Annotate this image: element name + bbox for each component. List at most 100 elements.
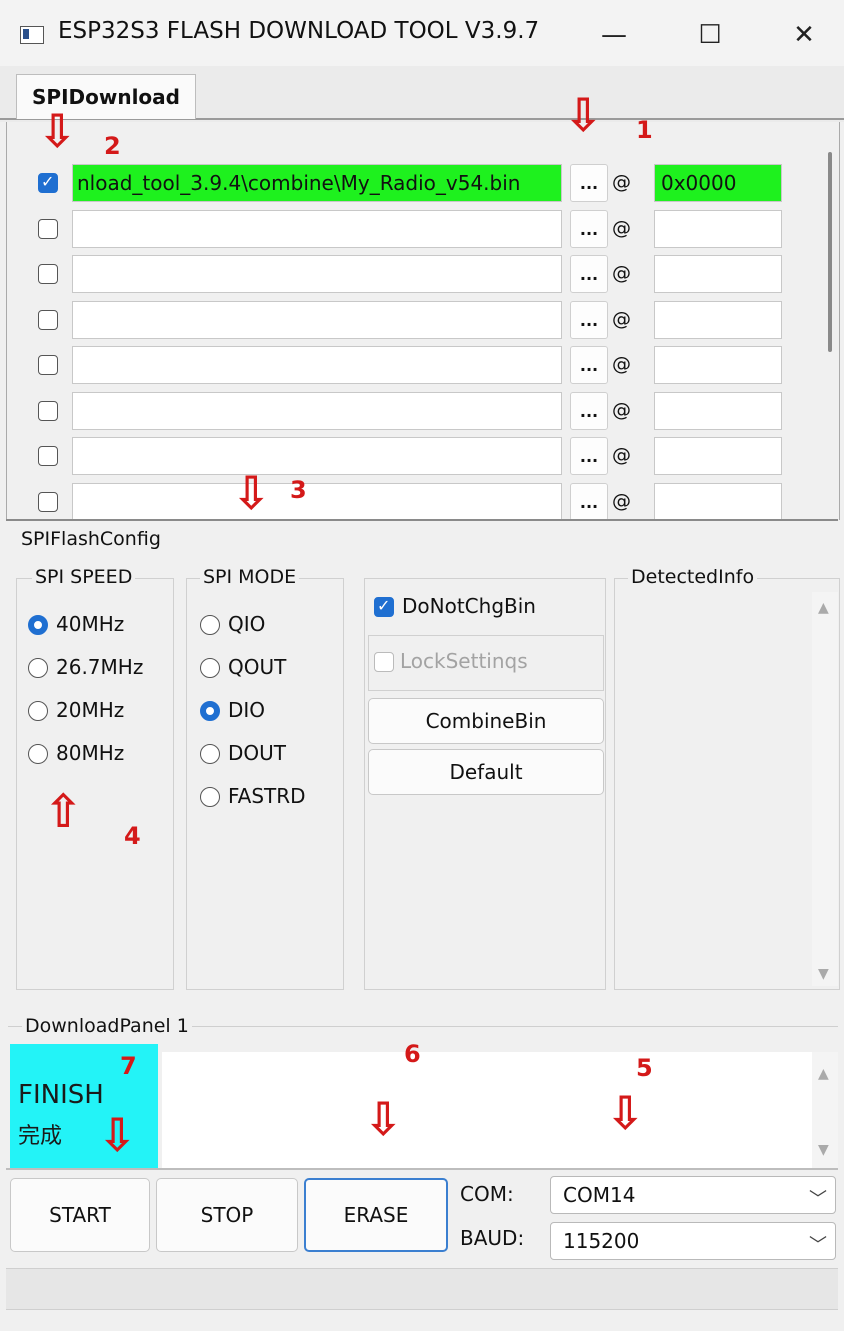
chevron-down-icon: ﹀	[809, 1189, 827, 1210]
browse-button[interactable]: ...	[570, 301, 608, 339]
spi-mode-option-label: QIO	[228, 612, 266, 636]
spi-speed-option-radio[interactable]	[28, 744, 48, 764]
address-input[interactable]	[654, 392, 782, 430]
spi-mode-option-radio[interactable]	[200, 744, 220, 764]
at-symbol: @	[612, 399, 631, 421]
file-row-checkbox[interactable]	[38, 401, 58, 421]
detectedinfo-title: DetectedInfo	[628, 566, 758, 588]
address-input[interactable]	[654, 483, 782, 521]
annotation-arrow-2: ⇩	[38, 104, 77, 158]
annotation-label-4: 4	[124, 822, 141, 850]
annotation-arrow-6: ⇩	[364, 1092, 403, 1146]
address-input[interactable]	[654, 210, 782, 248]
spi-mode-option-label: DIO	[228, 698, 266, 722]
file-path-input[interactable]	[72, 346, 562, 384]
browse-button[interactable]: ...	[570, 346, 608, 384]
at-symbol: @	[612, 353, 631, 375]
spi-mode-option-radio[interactable]	[200, 615, 220, 635]
at-symbol: @	[612, 444, 631, 466]
file-list-bottom-border	[6, 519, 838, 521]
at-symbol: @	[612, 217, 631, 239]
file-row-checkbox[interactable]	[38, 492, 58, 512]
address-input[interactable]	[654, 255, 782, 293]
log-scroll-down-icon[interactable]: ▼	[818, 1142, 829, 1158]
file-row-checkbox[interactable]	[38, 310, 58, 330]
maximize-button[interactable]: ☐	[670, 10, 750, 60]
at-symbol: @	[612, 262, 631, 284]
spi-speed-title: SPI SPEED	[32, 566, 136, 588]
scroll-down-icon[interactable]: ▼	[818, 966, 829, 982]
stop-button[interactable]: STOP	[156, 1178, 298, 1252]
com-label: COM:	[460, 1182, 514, 1206]
status-finish-text: FINISH	[18, 1080, 104, 1110]
baud-select[interactable]: 115200 ﹀	[550, 1222, 836, 1260]
annotation-label-1: 1	[636, 116, 653, 144]
file-row-checkbox[interactable]	[38, 446, 58, 466]
browse-button[interactable]: ...	[570, 210, 608, 248]
browse-button[interactable]: ...	[570, 437, 608, 475]
annotation-arrow-1: ⇩	[564, 88, 603, 142]
com-select[interactable]: COM14 ﹀	[550, 1176, 836, 1214]
file-path-input[interactable]	[72, 437, 562, 475]
spi-speed-option-label: 80MHz	[56, 741, 125, 765]
com-select-value: COM14	[563, 1183, 636, 1207]
log-output-area	[162, 1052, 812, 1168]
spi-mode-option-label: QOUT	[228, 655, 287, 679]
spi-mode-option-label: FASTRD	[228, 784, 306, 808]
spi-speed-option-radio[interactable]	[28, 658, 48, 678]
spi-mode-title: SPI MODE	[200, 566, 300, 588]
file-path-input[interactable]	[72, 301, 562, 339]
close-button[interactable]: ✕	[764, 10, 844, 60]
spi-mode-option-radio[interactable]	[200, 787, 220, 807]
browse-button[interactable]: ...	[570, 392, 608, 430]
spi-speed-option-label: 20MHz	[56, 698, 125, 722]
downloadpanel-title: DownloadPanel 1	[22, 1015, 192, 1037]
locksettings-checkbox[interactable]	[374, 652, 394, 672]
detectedinfo-scrollbar[interactable]	[812, 592, 838, 986]
spi-speed-option-radio[interactable]	[28, 701, 48, 721]
file-path-input[interactable]	[72, 483, 562, 521]
annotation-label-6: 6	[404, 1040, 421, 1068]
browse-button[interactable]: ...	[570, 164, 608, 202]
log-divider	[6, 1168, 838, 1170]
at-symbol: @	[612, 308, 631, 330]
minimize-button[interactable]: —	[574, 10, 654, 60]
spi-speed-option-radio[interactable]	[28, 615, 48, 635]
file-row-checkbox[interactable]	[38, 355, 58, 375]
file-row-checkbox[interactable]	[38, 172, 58, 193]
file-row-checkbox[interactable]	[38, 219, 58, 239]
log-scroll-up-icon[interactable]: ▲	[818, 1066, 829, 1082]
file-path-input[interactable]: nload_tool_3.9.4\combine\My_Radio_v54.bi…	[72, 164, 562, 202]
baud-label: BAUD:	[460, 1226, 525, 1250]
scroll-up-icon[interactable]: ▲	[818, 600, 829, 616]
file-row-checkbox[interactable]	[38, 264, 58, 284]
spi-mode-option-label: DOUT	[228, 741, 286, 765]
spi-speed-option-label: 40MHz	[56, 612, 125, 636]
annotation-arrow-3: ⇩	[232, 466, 271, 520]
annotation-label-7: 7	[120, 1052, 137, 1080]
address-input[interactable]: 0x0000	[654, 164, 782, 202]
address-input[interactable]	[654, 437, 782, 475]
default-button[interactable]: Default	[368, 749, 604, 795]
spi-mode-option-radio[interactable]	[200, 658, 220, 678]
donotchgbin-checkbox[interactable]	[374, 596, 394, 617]
erase-button[interactable]: ERASE	[304, 1178, 448, 1252]
at-symbol: @	[612, 171, 631, 193]
file-path-input[interactable]	[72, 210, 562, 248]
file-path-input[interactable]	[72, 392, 562, 430]
address-input[interactable]	[654, 346, 782, 384]
spi-mode-option-radio[interactable]	[200, 701, 220, 721]
combinebin-button[interactable]: CombineBin	[368, 698, 604, 744]
baud-select-value: 115200	[563, 1229, 640, 1253]
annotation-label-5: 5	[636, 1054, 653, 1082]
at-symbol: @	[612, 490, 631, 512]
file-list-scrollbar[interactable]	[828, 152, 832, 352]
locksettings-label: LockSettinqs	[400, 649, 528, 673]
address-input[interactable]	[654, 301, 782, 339]
start-button[interactable]: START	[10, 1178, 150, 1252]
browse-button[interactable]: ...	[570, 255, 608, 293]
browse-button[interactable]: ...	[570, 483, 608, 521]
file-path-input[interactable]	[72, 255, 562, 293]
status-finish-cn: 完成	[18, 1124, 63, 1149]
annotation-label-3: 3	[290, 476, 307, 504]
